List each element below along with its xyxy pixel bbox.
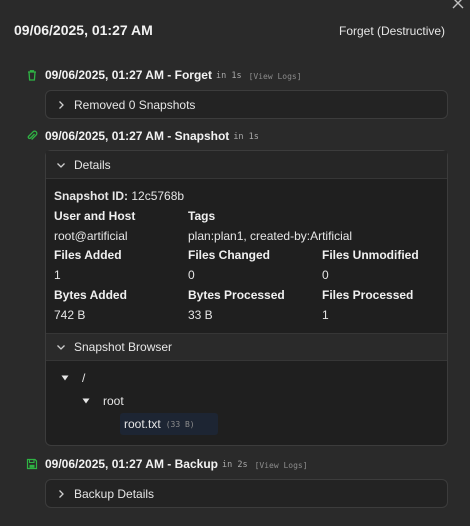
chevron-down-icon xyxy=(57,345,65,350)
close-icon xyxy=(452,0,464,9)
operation-forget-header: 09/06/2025, 01:27 AM - Forget in 1s [Vie… xyxy=(26,67,302,83)
tags-label: Tags xyxy=(188,209,216,223)
bytes-processed-value: 33 B xyxy=(188,308,213,322)
user-host-label: User and Host xyxy=(54,209,136,223)
operation-title: 09/06/2025, 01:27 AM - Snapshot xyxy=(45,129,230,143)
operation-backup-header: 09/06/2025, 01:27 AM - Backup in 2s [Vie… xyxy=(26,456,308,472)
tree-node-root-folder[interactable]: root xyxy=(82,394,124,408)
file-size: (33 B) xyxy=(165,420,195,429)
bytes-added-value: 742 B xyxy=(54,308,86,322)
view-logs-link[interactable]: [View Logs] xyxy=(249,72,302,81)
files-added-value: 1 xyxy=(54,268,61,282)
operation-title: 09/06/2025, 01:27 AM - Backup xyxy=(45,457,218,471)
files-changed-value: 0 xyxy=(188,268,195,282)
files-processed-value: 1 xyxy=(322,308,329,322)
operation-snapshot-header: 09/06/2025, 01:27 AM - Snapshot in 1s xyxy=(26,128,259,144)
forget-result-panel[interactable]: Removed 0 Snapshots xyxy=(45,90,448,119)
view-logs-link[interactable]: [View Logs] xyxy=(255,461,308,470)
trash-icon xyxy=(28,70,36,81)
panel-label: Details xyxy=(74,157,111,172)
paperclip-icon xyxy=(27,130,38,140)
chevron-right-icon xyxy=(59,101,64,109)
bytes-added-label: Bytes Added xyxy=(54,288,127,302)
operation-duration: in 1s xyxy=(215,71,242,81)
tree-node-label: root xyxy=(103,394,124,408)
panel-label: Removed 0 Snapshots xyxy=(74,98,196,112)
snapshot-browser-toggle[interactable]: Snapshot Browser xyxy=(46,333,447,361)
save-icon xyxy=(26,458,38,470)
operation-duration: in 2s xyxy=(221,460,248,470)
files-unmodified-value: 0 xyxy=(322,268,329,282)
file-name: root.txt xyxy=(124,417,161,431)
operation-duration: in 1s xyxy=(233,132,259,142)
chevron-right-icon xyxy=(59,490,64,498)
files-unmodified-label: Files Unmodified xyxy=(322,248,419,262)
backup-details-panel[interactable]: Backup Details xyxy=(45,479,448,508)
bytes-processed-label: Bytes Processed xyxy=(188,288,285,302)
tags-value: plan:plan1, created-by:Artificial xyxy=(188,229,353,243)
chevron-down-icon xyxy=(57,162,65,168)
snapshot-details-panel: Details Snapshot ID: 12c5768b User and H… xyxy=(45,150,448,446)
tree-node-label: / xyxy=(82,371,86,385)
details-toggle[interactable]: Details xyxy=(46,151,447,179)
user-host-value: root@artificial xyxy=(54,229,128,243)
tree-node-root-dir[interactable]: / xyxy=(61,371,85,385)
files-changed-label: Files Changed xyxy=(188,248,271,262)
snapshot-id-value: 12c5768b xyxy=(131,189,185,203)
panel-label: Snapshot Browser xyxy=(74,340,173,354)
snapshot-id-label: Snapshot ID: xyxy=(54,189,128,203)
caret-down-icon xyxy=(82,398,90,404)
files-processed-label: Files Processed xyxy=(322,288,414,302)
tree-node-file[interactable]: root.txt (33 B) xyxy=(120,413,218,435)
snapshot-id-row: Snapshot ID: 12c5768b xyxy=(54,189,184,203)
page-title: 09/06/2025, 01:27 AM xyxy=(14,22,153,38)
files-added-label: Files Added xyxy=(54,248,122,262)
operation-title: 09/06/2025, 01:27 AM - Forget xyxy=(45,68,212,82)
caret-down-icon xyxy=(61,375,69,381)
operation-type-label: Forget (Destructive) xyxy=(339,24,446,38)
close-button[interactable] xyxy=(447,0,469,18)
panel-label: Backup Details xyxy=(74,487,155,501)
